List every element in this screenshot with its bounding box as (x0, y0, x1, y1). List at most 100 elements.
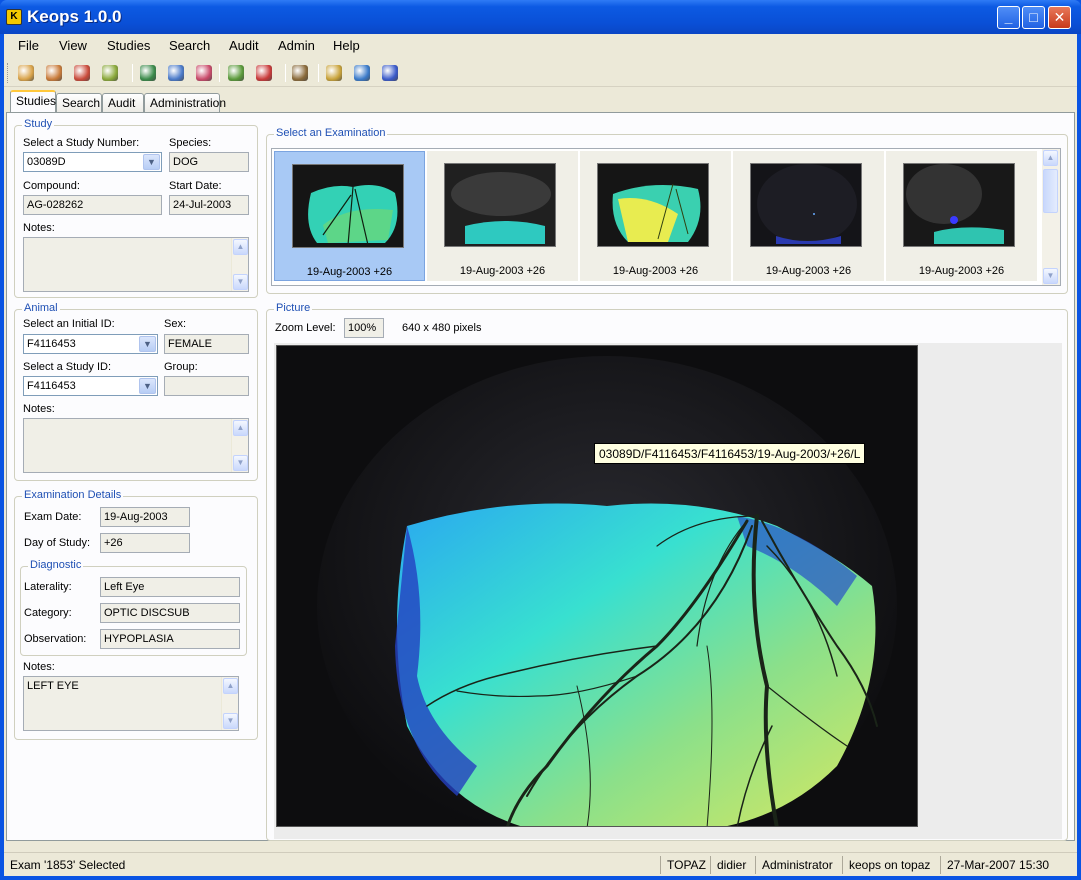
toolbar-button-delete-study[interactable] (72, 63, 92, 83)
toolbar-button-network[interactable] (290, 63, 310, 83)
toolbar-button-new-study[interactable] (16, 63, 36, 83)
scroll-up-icon[interactable]: ▲ (233, 239, 248, 255)
minimize-icon: _ (1004, 9, 1013, 25)
laterality-field: Left Eye (100, 577, 240, 597)
scroll-up-icon[interactable]: ▲ (223, 678, 238, 694)
toolbar (4, 59, 1077, 87)
study-notes-label: Notes: (23, 222, 55, 234)
tab-studies[interactable]: Studies (10, 90, 56, 112)
menu-search[interactable]: Search (169, 38, 210, 53)
export-icon (382, 65, 398, 81)
study-id-select[interactable]: F4116453 ▼ (23, 376, 158, 396)
toolbar-button-open-study[interactable] (44, 63, 64, 83)
animal-notes-scrollbar[interactable]: ▲ ▼ (231, 419, 248, 472)
exam-details-legend: Examination Details (22, 489, 124, 501)
exam-thumbnail[interactable]: 19-Aug-2003 +26 (886, 151, 1037, 281)
diagnostic-legend: Diagnostic (28, 559, 84, 571)
laterality-label: Laterality: (24, 581, 72, 593)
study-number-label: Select a Study Number: (23, 137, 140, 149)
scroll-up-icon[interactable]: ▲ (1043, 150, 1058, 166)
menu-studies[interactable]: Studies (107, 38, 150, 53)
scroll-thumb[interactable] (1043, 169, 1058, 213)
toolbar-button-add-exam[interactable] (226, 63, 246, 83)
scroll-up-icon[interactable]: ▲ (233, 420, 248, 436)
open-study-icon (46, 65, 62, 81)
toolbar-button-delete-animal[interactable] (194, 63, 214, 83)
day-of-study-label: Day of Study: (24, 537, 91, 549)
exam-thumbnail-caption: 19-Aug-2003 +26 (765, 265, 852, 277)
exam-thumbnail[interactable]: 19-Aug-2003 +26 (427, 151, 578, 281)
animal-legend: Animal (22, 302, 60, 314)
study-id-label: Select a Study ID: (23, 361, 112, 373)
status-role: Administrator (755, 856, 839, 874)
exam-thumbnail-caption: 19-Aug-2003 +26 (918, 265, 1005, 277)
toolbar-button-grid[interactable] (324, 63, 344, 83)
fundus-thumbnail-image (903, 163, 1015, 247)
toolbar-button-export[interactable] (380, 63, 400, 83)
fundus-image[interactable] (276, 345, 918, 827)
study-number-select[interactable]: 03089D ▼ (23, 152, 162, 172)
toolbar-button-add-animal[interactable] (138, 63, 158, 83)
maximize-button[interactable]: □ (1022, 6, 1045, 29)
chevron-down-icon[interactable]: ▼ (139, 336, 156, 352)
initial-id-select[interactable]: F4116453 ▼ (23, 334, 158, 354)
menu-admin[interactable]: Admin (278, 38, 315, 53)
picture-legend: Picture (274, 302, 313, 314)
minimize-button[interactable]: _ (997, 6, 1020, 29)
toolbar-button-zoom[interactable] (352, 63, 372, 83)
initial-id-label: Select an Initial ID: (23, 318, 115, 330)
delete-animal-icon (196, 65, 212, 81)
species-label: Species: (169, 137, 212, 149)
status-database: keops on topaz (842, 856, 936, 874)
status-server: TOPAZ (660, 856, 712, 874)
study-notes-scrollbar[interactable]: ▲ ▼ (231, 238, 248, 291)
title-bar[interactable]: K Keops 1.0.0 _ □ ✕ (0, 0, 1081, 34)
compound-field: AG-028262 (23, 195, 162, 215)
toolbar-grip[interactable] (7, 63, 10, 83)
zoom-level-field[interactable]: 100% (344, 318, 384, 338)
examination-thumbnails: 19-Aug-2003 +26 19-Aug-2003 +26 19-Aug-2… (271, 148, 1061, 286)
tab-audit[interactable]: Audit (102, 93, 144, 112)
maximize-icon: □ (1029, 9, 1038, 25)
start-date-field: 24-Jul-2003 (169, 195, 249, 215)
scroll-down-icon[interactable]: ▼ (233, 274, 248, 290)
sex-label: Sex: (164, 318, 187, 330)
zoom-icon (354, 65, 370, 81)
initial-id-value: F4116453 (27, 338, 76, 350)
menu-file[interactable]: File (18, 38, 39, 53)
toolbar-button-edit-animal[interactable] (166, 63, 186, 83)
chevron-down-icon[interactable]: ▼ (143, 154, 160, 170)
add-animal-icon (140, 65, 156, 81)
scroll-down-icon[interactable]: ▼ (1043, 268, 1058, 284)
toolbar-button-edit-study[interactable] (100, 63, 120, 83)
scroll-down-icon[interactable]: ▼ (233, 455, 248, 471)
status-datetime: 27-Mar-2007 15:30 (940, 856, 1055, 874)
thumbnails-scrollbar[interactable]: ▲ ▼ (1042, 149, 1060, 285)
study-notes[interactable]: ▲ ▼ (23, 237, 249, 292)
picture-viewport[interactable] (274, 343, 1062, 839)
window-title: Keops 1.0.0 (27, 7, 122, 26)
menu-audit[interactable]: Audit (229, 38, 259, 53)
menu-bar: File View Studies Search Audit Admin Hel… (4, 34, 1077, 58)
fundus-thumbnail-image (292, 164, 404, 248)
scroll-down-icon[interactable]: ▼ (223, 713, 238, 729)
exam-thumbnail[interactable]: 19-Aug-2003 +26 (733, 151, 884, 281)
menu-view[interactable]: View (59, 38, 87, 53)
exam-thumbnail-caption: 19-Aug-2003 +26 (306, 266, 393, 278)
close-button[interactable]: ✕ (1048, 6, 1071, 29)
exam-thumbnail[interactable]: 19-Aug-2003 +26 (580, 151, 731, 281)
menu-help[interactable]: Help (333, 38, 360, 53)
toolbar-button-delete-exam[interactable] (254, 63, 274, 83)
status-user: didier (710, 856, 752, 874)
chevron-down-icon[interactable]: ▼ (139, 378, 156, 394)
category-label: Category: (24, 607, 72, 619)
tab-search[interactable]: Search (56, 93, 102, 112)
exam-notes-scrollbar[interactable]: ▲ ▼ (221, 677, 238, 730)
tab-administration[interactable]: Administration (144, 93, 226, 112)
sex-field: FEMALE (164, 334, 249, 354)
study-number-value: 03089D (27, 156, 66, 168)
animal-notes[interactable]: ▲ ▼ (23, 418, 249, 473)
add-exam-icon (228, 65, 244, 81)
exam-thumbnail[interactable]: 19-Aug-2003 +26 (274, 151, 425, 281)
exam-notes[interactable]: LEFT EYE ▲ ▼ (23, 676, 239, 731)
